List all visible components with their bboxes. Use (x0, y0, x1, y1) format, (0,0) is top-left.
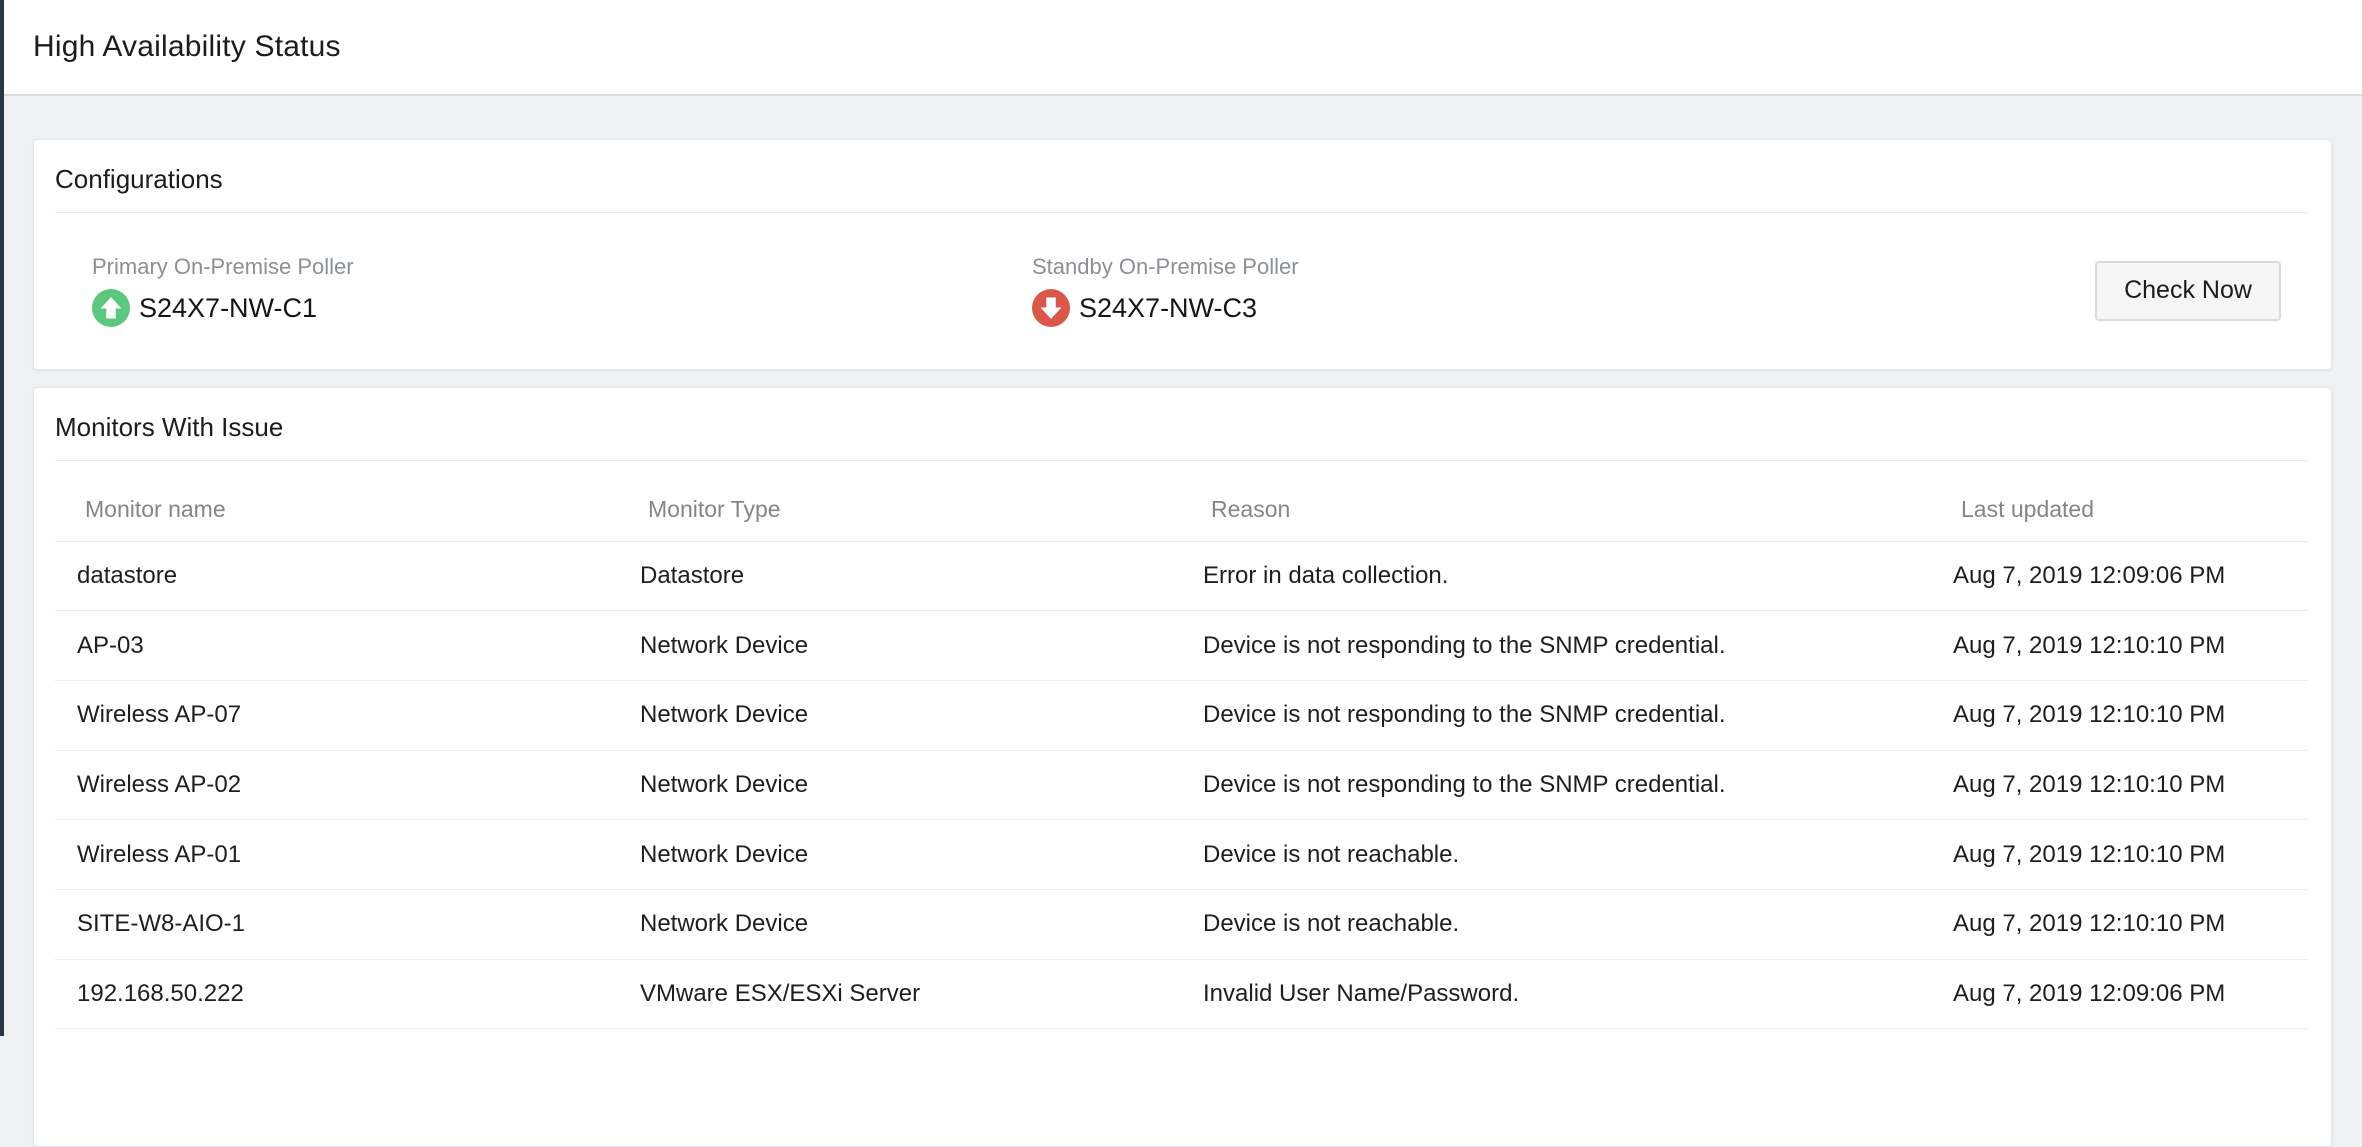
table-row[interactable]: datastore Datastore Error in data collec… (55, 541, 2308, 611)
monitor-type-cell: VMware ESX/ESXi Server (618, 959, 1181, 1029)
monitor-name-cell: Wireless AP-07 (55, 680, 618, 750)
poller-label: Standby On-Premise Poller (1032, 254, 1972, 280)
monitors-table: Monitor nameMonitor TypeReasonLast updat… (55, 461, 2308, 1029)
left-accent-bar (0, 0, 4, 1036)
last-updated-cell: Aug 7, 2019 12:09:06 PM (1931, 959, 2308, 1029)
reason-cell: Invalid User Name/Password. (1181, 959, 1931, 1029)
monitor-type-cell: Network Device (618, 750, 1181, 820)
monitor-name-cell: datastore (55, 541, 618, 611)
check-now-button[interactable]: Check Now (2095, 261, 2281, 321)
table-row[interactable]: SITE-W8-AIO-1 Network Device Device is n… (55, 889, 2308, 959)
table-row[interactable]: 192.168.50.222 VMware ESX/ESXi Server In… (55, 959, 2308, 1029)
last-updated-cell: Aug 7, 2019 12:10:10 PM (1931, 889, 2308, 959)
reason-cell: Device is not reachable. (1181, 889, 1931, 959)
monitor-type-cell: Datastore (618, 541, 1181, 611)
monitors-table-body: datastore Datastore Error in data collec… (55, 541, 2308, 1029)
last-updated-cell: Aug 7, 2019 12:10:10 PM (1931, 680, 2308, 750)
poller-name: S24X7-NW-C3 (1032, 289, 1972, 327)
table-row[interactable]: Wireless AP-07 Network Device Device is … (55, 680, 2308, 750)
monitor-type-cell: Network Device (618, 889, 1181, 959)
last-updated-cell: Aug 7, 2019 12:10:10 PM (1931, 820, 2308, 890)
poller-name: S24X7-NW-C1 (92, 289, 1032, 327)
table-row[interactable]: Wireless AP-02 Network Device Device is … (55, 750, 2308, 820)
header-row: Monitor nameMonitor TypeReasonLast updat… (55, 461, 2308, 541)
monitor-type-cell: Network Device (618, 820, 1181, 890)
reason-cell: Error in data collection. (1181, 541, 1931, 611)
column-header: Monitor Type (618, 461, 1181, 541)
page-header: High Availability Status (0, 0, 2362, 96)
reason-cell: Device is not responding to the SNMP cre… (1181, 680, 1931, 750)
monitor-type-cell: Network Device (618, 680, 1181, 750)
monitor-name-cell: 192.168.50.222 (55, 959, 618, 1029)
configurations-card: Configurations Primary On-Premise Poller… (33, 139, 2332, 370)
arrow-up-circle-icon (92, 289, 130, 327)
table-row[interactable]: Wireless AP-01 Network Device Device is … (55, 820, 2308, 890)
poller-name-text: S24X7-NW-C3 (1079, 293, 1257, 324)
reason-cell: Device is not reachable. (1181, 820, 1931, 890)
configurations-body: Primary On-Premise Poller S24X7-NW-C1 St… (34, 213, 2331, 368)
column-header: Monitor name (55, 461, 618, 541)
poller-block: Standby On-Premise Poller S24X7-NW-C3 (1032, 254, 1972, 327)
monitors-table-header: Monitor nameMonitor TypeReasonLast updat… (55, 461, 2308, 541)
poller-label: Primary On-Premise Poller (92, 254, 1032, 280)
column-header: Last updated (1931, 461, 2308, 541)
arrow-down-circle-icon (1032, 289, 1070, 327)
monitors-card-title: Monitors With Issue (34, 388, 2331, 460)
reason-cell: Device is not responding to the SNMP cre… (1181, 611, 1931, 681)
monitor-name-cell: SITE-W8-AIO-1 (55, 889, 618, 959)
monitor-name-cell: Wireless AP-02 (55, 750, 618, 820)
monitors-with-issue-card: Monitors With Issue Monitor nameMonitor … (33, 387, 2332, 1147)
last-updated-cell: Aug 7, 2019 12:10:10 PM (1931, 611, 2308, 681)
poller-block: Primary On-Premise Poller S24X7-NW-C1 (92, 254, 1032, 327)
poller-name-text: S24X7-NW-C1 (139, 293, 317, 324)
table-row[interactable]: AP-03 Network Device Device is not respo… (55, 611, 2308, 681)
last-updated-cell: Aug 7, 2019 12:10:10 PM (1931, 750, 2308, 820)
page-title: High Availability Status (33, 30, 341, 64)
reason-cell: Device is not responding to the SNMP cre… (1181, 750, 1931, 820)
content-area: Configurations Primary On-Premise Poller… (0, 96, 2362, 1147)
pollers: Primary On-Premise Poller S24X7-NW-C1 St… (92, 254, 1972, 327)
configurations-card-title: Configurations (34, 140, 2331, 212)
last-updated-cell: Aug 7, 2019 12:09:06 PM (1931, 541, 2308, 611)
column-header: Reason (1181, 461, 1931, 541)
monitor-name-cell: Wireless AP-01 (55, 820, 618, 890)
monitor-name-cell: AP-03 (55, 611, 618, 681)
monitor-type-cell: Network Device (618, 611, 1181, 681)
